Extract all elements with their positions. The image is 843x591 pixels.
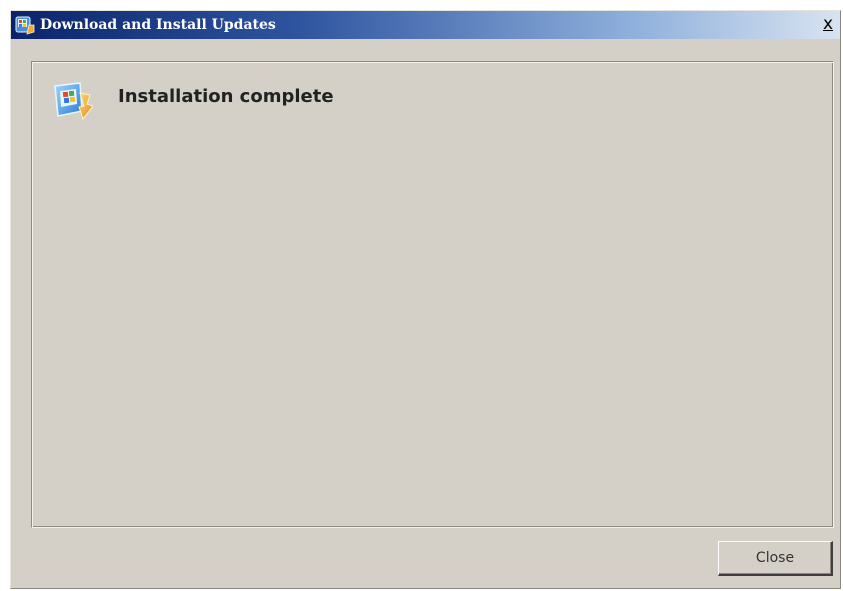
update-dialog: Download and Install Updates x Installat… [10, 10, 841, 589]
close-button[interactable]: Close [718, 541, 833, 576]
content-panel: Installation complete [31, 61, 834, 528]
status-heading: Installation complete [118, 86, 334, 107]
window-title: Download and Install Updates [40, 17, 276, 33]
windows-update-icon [49, 79, 94, 123]
title-bar[interactable]: Download and Install Updates x [11, 11, 840, 39]
close-icon[interactable]: x [818, 15, 838, 35]
windows-update-icon [15, 15, 35, 35]
